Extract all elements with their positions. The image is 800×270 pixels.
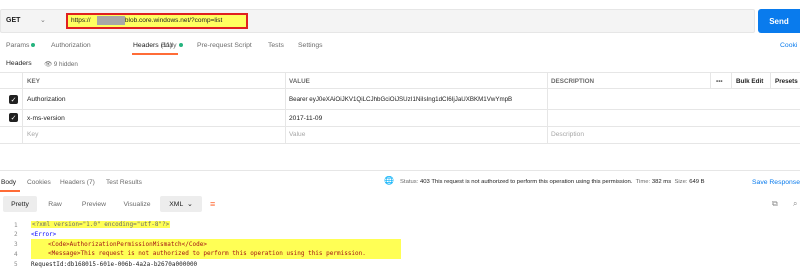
column-header-description: DESCRIPTION (551, 78, 595, 85)
status-dot-icon (31, 43, 36, 48)
tab-tests[interactable]: Tests (268, 42, 284, 49)
code-line: <?xml version="1.0" encoding="utf-8"?> (31, 221, 171, 228)
code-line: RequestId:db168015-601e-006b-4a2a-b2670a… (31, 261, 198, 268)
column-divider (22, 72, 23, 143)
status-dot-icon (178, 43, 183, 48)
view-raw-button[interactable]: Raw (40, 196, 70, 212)
line-number: 5 (14, 261, 18, 268)
wrap-lines-icon[interactable]: ≡ (210, 199, 215, 209)
new-description-input[interactable]: Description (551, 131, 584, 138)
column-divider (731, 72, 732, 88)
response-divider (0, 170, 800, 171)
chevron-down-icon: ⌄ (187, 201, 193, 208)
save-response-button[interactable]: Save Response (752, 179, 800, 186)
table-top-border (0, 72, 800, 73)
row-enabled-checkbox[interactable]: ✓ (9, 113, 18, 122)
hidden-headers-label: 9 hidden (53, 61, 78, 68)
tab-body[interactable]: Body (161, 42, 183, 49)
table-row-border (0, 126, 800, 127)
line-number: 1 (14, 222, 18, 229)
checkmark-icon: ✓ (10, 114, 17, 122)
row-enabled-checkbox[interactable]: ✓ (9, 95, 18, 104)
line-number: 3 (14, 241, 18, 248)
tab-params[interactable]: Params (6, 42, 36, 49)
response-tab-headers[interactable]: Headers (7) (60, 179, 95, 186)
new-key-input[interactable]: Key (27, 131, 38, 138)
response-size: 649 B (689, 179, 705, 185)
view-pretty-button[interactable]: Pretty (3, 196, 37, 212)
response-tab-body[interactable]: Body (1, 179, 16, 186)
column-header-value: VALUE (289, 78, 310, 85)
code-line: <Message>This request is not authorized … (48, 250, 366, 257)
table-row-border (0, 143, 800, 144)
format-label: XML (169, 200, 184, 208)
active-tab-indicator (0, 190, 20, 192)
header-key-cell[interactable]: x-ms-version (27, 115, 65, 122)
globe-icon[interactable]: 🌐 (384, 176, 394, 185)
send-button[interactable]: Send (758, 9, 800, 33)
format-select[interactable]: XML ⌄ (160, 196, 202, 212)
new-value-input[interactable]: Value (289, 131, 305, 138)
column-divider (770, 72, 771, 88)
view-visualize-button[interactable]: Visualize (117, 196, 157, 212)
copy-icon[interactable]: ⧉ (772, 199, 778, 209)
more-options-button[interactable]: ••• (716, 78, 723, 85)
header-value-cell[interactable]: Bearer eyJ0eXAiOiJKV1QiLCJhbGciOiJSUzI1N… (289, 96, 512, 103)
bulk-edit-button[interactable]: Bulk Edit (736, 78, 763, 85)
url-redaction-mask (97, 16, 125, 25)
method-select[interactable]: GET (6, 17, 20, 24)
time-prefix: Time: (635, 179, 651, 185)
search-icon[interactable]: ⌕ (793, 199, 797, 209)
tab-body-label: Body (161, 42, 177, 49)
status-text: 403 This request is not authorized to pe… (419, 179, 633, 185)
response-time: 382 ms (651, 179, 672, 185)
tab-params-label: Params (6, 42, 30, 49)
code-line: <Code>AuthorizationPermissionMismatch</C… (48, 241, 207, 248)
view-preview-button[interactable]: Preview (73, 196, 115, 212)
eye-icon: 👁 (44, 61, 52, 68)
line-number: 2 (14, 231, 18, 238)
column-divider (547, 72, 548, 143)
response-tab-test-results[interactable]: Test Results (106, 179, 142, 186)
response-tab-cookies[interactable]: Cookies (27, 179, 51, 186)
header-key-cell[interactable]: Authorization (27, 96, 66, 103)
code-line: <Error> (31, 231, 57, 238)
column-divider (710, 72, 711, 88)
chevron-down-icon[interactable]: ⌄ (40, 16, 46, 24)
url-suffix: 3.blob.core.windows.net/?comp=list (119, 17, 223, 24)
line-number: 4 (14, 251, 18, 258)
tab-pre-request-script[interactable]: Pre-request Script (197, 42, 252, 49)
checkmark-icon: ✓ (10, 96, 17, 104)
cookies-link[interactable]: Cooki (780, 42, 797, 49)
headers-section-label: Headers (6, 60, 32, 67)
response-status: Status: 403 This request is not authoriz… (400, 179, 705, 185)
table-header-border (0, 88, 800, 89)
header-value-cell[interactable]: 2017-11-09 (289, 115, 322, 122)
column-header-key: KEY (27, 78, 40, 85)
active-tab-indicator (132, 53, 178, 55)
tab-settings[interactable]: Settings (298, 42, 323, 49)
url-prefix: https:// (71, 17, 91, 24)
tab-authorization[interactable]: Authorization (51, 42, 91, 49)
presets-button[interactable]: Presets (775, 78, 798, 85)
hidden-headers-toggle[interactable]: 👁 9 hidden (44, 60, 78, 68)
table-row-border (0, 109, 800, 110)
status-prefix: Status: (400, 179, 419, 185)
column-divider (285, 72, 286, 143)
url-text[interactable]: https:// 3.blob.core.windows.net/?comp=li… (71, 17, 222, 24)
size-prefix: Size: (674, 179, 688, 185)
